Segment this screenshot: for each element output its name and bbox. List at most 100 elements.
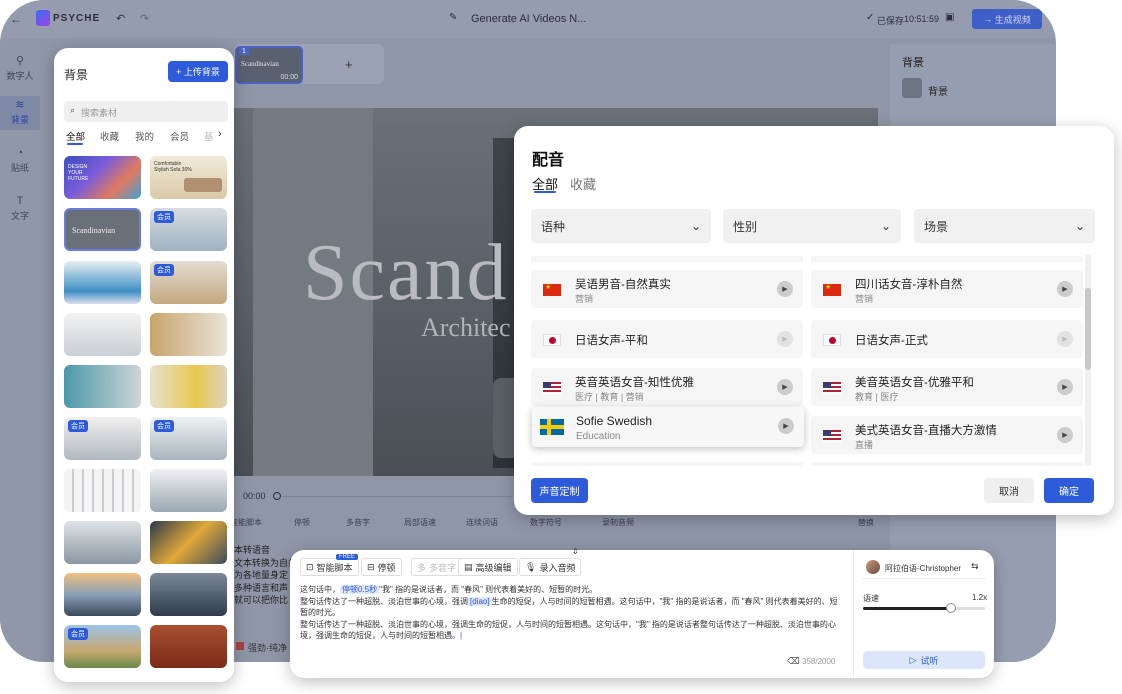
voice-custom-button[interactable]: 声音定制 <box>531 478 588 503</box>
thumb-scandinavian[interactable]: Scandinavian <box>64 208 141 251</box>
tab-mine[interactable]: 我的 <box>135 129 154 143</box>
play-icon[interactable]: ▶ <box>778 418 794 434</box>
thumb-stage[interactable] <box>150 625 227 668</box>
save-icon[interactable]: ▣ <box>945 12 954 23</box>
player-scrubber[interactable] <box>273 492 281 500</box>
thumb-lobby[interactable]: 会员 <box>150 208 227 251</box>
speed-slider-knob[interactable] <box>945 603 956 613</box>
cancel-button[interactable]: 取消 <box>984 478 1034 503</box>
play-icon[interactable]: ▶ <box>1057 281 1073 297</box>
clear-icon[interactable]: ⌫ <box>787 656 800 667</box>
document-title[interactable]: Generate AI Videos N... <box>471 13 586 25</box>
play-icon[interactable]: ▶ <box>777 331 793 347</box>
edit-title-icon[interactable]: ✎ <box>449 12 457 23</box>
tab-underline <box>67 143 83 145</box>
tab-all[interactable]: 全部 <box>66 129 85 143</box>
add-scene-button[interactable]: + <box>345 57 353 72</box>
japan-flag-icon <box>543 334 561 346</box>
thumb-label: DESIGN YOUR FUTURE <box>68 164 89 182</box>
switch-voice-icon[interactable]: ⇆ <box>971 561 979 572</box>
smart-script-button[interactable]: ⊡ 智能脚本 <box>300 558 359 576</box>
thumb-autumn[interactable] <box>150 521 227 564</box>
nav-item-sticker[interactable]: ◔ 贴纸 <box>0 144 40 178</box>
nav-item-background[interactable]: ≋ 背景 <box>0 96 40 130</box>
thumb-room[interactable] <box>150 365 227 408</box>
voice-item[interactable]: 美音英语女音-优雅平和 教育 | 医疗 ▶ <box>811 368 1083 406</box>
gender-filter[interactable]: 性别 ⌄ <box>723 209 901 243</box>
thumb-design[interactable]: DESIGN YOUR FUTURE <box>64 156 141 199</box>
thumb-room[interactable] <box>64 365 141 408</box>
voice-name: 美音英语女音-优雅平和 <box>855 377 974 389</box>
thumb-gate[interactable]: 会员 <box>64 625 141 668</box>
voice-item[interactable]: 美式英语女音-直播大方激情 直播 ▶ <box>811 416 1083 454</box>
polyphone-button[interactable]: 多多音字 <box>411 558 463 576</box>
tab-favorites[interactable]: 收藏 <box>100 129 119 143</box>
bg-tool: 录制音频 <box>602 518 634 527</box>
generate-video-button[interactable]: → 生成视频 <box>972 9 1042 29</box>
scene-thumb[interactable]: 1 Scandinavian 00:00 <box>235 46 303 84</box>
dialog-title: 配音 <box>532 152 565 169</box>
tab-underline <box>534 191 556 193</box>
voice-name: 美式英语女音-直播大方激情 <box>855 425 997 437</box>
nav-item-avatar[interactable]: ⚲ 数字人 <box>0 52 40 86</box>
free-badge: FREE <box>336 554 359 560</box>
voice-item[interactable]: 英音英语女音-知性优雅 医疗 | 教育 | 营销 ▶ <box>531 368 803 406</box>
thumb-building[interactable] <box>150 573 227 616</box>
tab-favorites[interactable]: 收藏 <box>570 174 596 193</box>
upload-background-button[interactable]: + 上传背景 <box>168 61 228 82</box>
background-panel: 背景 + 上传背景 ⌕ 搜索素材 全部 收藏 我的 会员 基 › DESIGN … <box>54 48 234 682</box>
bg-tool: 停顿 <box>294 518 310 527</box>
search-input[interactable]: ⌕ 搜索素材 <box>64 101 228 122</box>
back-icon[interactable]: ← <box>10 12 22 26</box>
voice-item[interactable]: 日语女声-平和 ▶ <box>531 320 803 358</box>
thumb-city[interactable] <box>64 573 141 616</box>
record-audio-button[interactable]: 🎙 录入音频 <box>519 558 582 576</box>
thumb-room[interactable] <box>64 313 141 356</box>
play-icon[interactable]: ▶ <box>777 281 793 297</box>
thumb-room[interactable]: 会员 <box>150 417 227 460</box>
right-panel-item[interactable]: 背景 <box>928 83 948 98</box>
voice-item[interactable]: 日语女声-正式 ▶ <box>811 320 1083 358</box>
scrollbar-thumb[interactable] <box>1085 288 1091 370</box>
play-icon[interactable]: ▶ <box>1057 331 1073 347</box>
voice-item[interactable]: 四川话女音-淳朴自然 营销 ▶ <box>811 270 1083 308</box>
scene-filter[interactable]: 场景 ⌄ <box>914 209 1095 243</box>
thumb-sofa[interactable]: Comfortable Stylish Sofa 30% <box>150 156 227 199</box>
thumb-room[interactable] <box>150 313 227 356</box>
confirm-button[interactable]: 确定 <box>1044 478 1094 503</box>
nav-item-text[interactable]: T 文字 <box>0 192 40 226</box>
pause-button[interactable]: ⊟ 停顿 <box>361 558 402 576</box>
script-editor: ⇕ ⊡ 智能脚本 FREE ⊟ 停顿 多多音字 ▤ 高级编辑 🎙 录入音频 这句话中，停… <box>290 547 994 678</box>
play-icon[interactable]: ▶ <box>777 379 793 395</box>
resize-handle-icon[interactable]: ⇕ <box>572 547 579 556</box>
pause-tag[interactable]: 停顿0.5秒 <box>340 585 380 594</box>
thumb-office[interactable] <box>64 521 141 564</box>
speed-slider[interactable] <box>863 603 985 613</box>
play-icon[interactable]: ▶ <box>1057 427 1073 443</box>
phonetic-tag[interactable]: [diao] <box>468 596 492 606</box>
redo-icon[interactable]: ↷ <box>140 12 149 25</box>
thumb-room[interactable]: 会员 <box>150 261 227 304</box>
preview-listen-button[interactable]: ▷ 试听 <box>863 651 985 669</box>
voice-item[interactable]: 吴语男音-自然真实 营销 ▶ <box>531 270 803 308</box>
undo-icon[interactable]: ↶ <box>116 12 125 25</box>
us-flag-icon <box>823 382 841 394</box>
player-track[interactable] <box>282 496 512 497</box>
thumb-room[interactable]: 会员 <box>64 417 141 460</box>
script-text[interactable]: 这句话中， 停顿0.5秒 "我" 指的是说话者，而 "春风" 则代表着美好的、短暂的… <box>300 584 845 642</box>
chevron-right-icon[interactable]: › <box>218 128 222 140</box>
thumb-shelves[interactable] <box>64 469 141 512</box>
tab-member[interactable]: 会员 <box>170 129 189 143</box>
voice-tags: 营销 <box>575 294 594 304</box>
tab-basic[interactable]: 基 <box>204 129 214 143</box>
voice-name[interactable]: 阿拉伯语-Christopher <box>885 563 961 574</box>
voice-item-dragging[interactable]: Sofie Swedish Education ▶ <box>532 407 804 447</box>
thumb-office[interactable] <box>150 469 227 512</box>
thumb-room[interactable] <box>64 261 141 304</box>
advanced-edit-button[interactable]: ▤ 高级编辑 <box>458 558 518 576</box>
play-icon[interactable]: ▶ <box>1057 379 1073 395</box>
thumb-label: Scandinavian <box>72 226 116 235</box>
voice-name: 四川话女音-淳朴自然 <box>855 279 963 291</box>
voice-list-scrollbar[interactable] <box>1085 254 1091 466</box>
language-filter[interactable]: 语种 ⌄ <box>531 209 711 243</box>
